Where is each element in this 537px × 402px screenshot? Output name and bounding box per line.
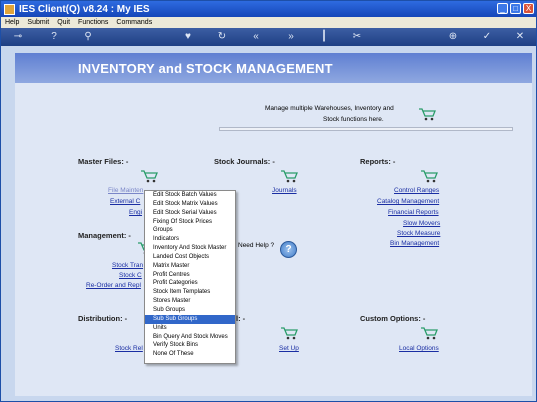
dropdown-item[interactable]: Matrix Master (145, 262, 235, 271)
distribution-heading: Distribution: - (78, 314, 128, 323)
dropdown-item[interactable]: Landed Cost Objects (145, 253, 235, 262)
cart-icon (141, 170, 158, 183)
heart-icon[interactable]: ♥ (181, 30, 195, 44)
help-button[interactable]: ? (280, 241, 297, 258)
dropdown-item[interactable]: Verify Stock Bins (145, 341, 235, 350)
dropdown-item[interactable]: Stores Master (145, 297, 235, 306)
journals-link[interactable]: Journals (272, 187, 297, 194)
add-icon[interactable]: ⊕ (446, 30, 460, 44)
key-icon[interactable]: ⊸ (11, 30, 25, 44)
dropdown-item[interactable]: Profit Centres (145, 271, 235, 280)
dropdown-item[interactable]: Edit Stock Matrix Values (145, 200, 235, 209)
dropdown-item[interactable]: Sub Sub Groups (145, 314, 235, 324)
divider (219, 127, 513, 131)
toolbar: ⊸ ? ⚲ ♥ ↻ « » ┃ ✂ ⊕ ✓ ✕ (1, 28, 536, 46)
custom-options-heading: Custom Options: - (360, 314, 426, 323)
page-title: INVENTORY and STOCK MANAGEMENT (78, 61, 333, 76)
file-maintenance-dropdown: Edit Stock Batch Values Edit Stock Matrix… (144, 190, 236, 364)
control-ranges-link[interactable]: Control Ranges (394, 187, 439, 194)
management-heading: Management: - (78, 231, 131, 240)
refresh-icon[interactable]: ↻ (215, 30, 229, 44)
dropdown-item[interactable]: Edit Stock Batch Values (145, 191, 235, 200)
slow-movers-link[interactable]: Slow Movers (403, 220, 440, 227)
dropdown-item[interactable]: Stock Item Templates (145, 288, 235, 297)
dropdown-item[interactable]: Profit Categories (145, 279, 235, 288)
menu-submit[interactable]: Submit (23, 19, 53, 26)
help-icon[interactable]: ? (47, 30, 61, 44)
bin-management-link[interactable]: Bin Management (390, 240, 439, 247)
stock-c-link[interactable]: Stock C (119, 272, 142, 279)
local-options-link[interactable]: Local Options (399, 345, 439, 352)
dropdown-item[interactable]: Bin Query And Stock Moves (145, 333, 235, 342)
cart-icon (421, 327, 438, 340)
title-bar[interactable]: IES Client(Q) v8.24 : My IES _ □ X (1, 1, 536, 17)
stock-rel-link[interactable]: Stock Rel (115, 345, 143, 352)
cut-icon[interactable]: ✂ (350, 30, 364, 44)
distribution-right-heading: l: - (236, 314, 246, 323)
check-icon[interactable]: ✓ (480, 30, 494, 44)
reorder-link[interactable]: Re-Order and Repl (86, 282, 141, 289)
cart-icon (421, 170, 438, 183)
main-content: INVENTORY and STOCK MANAGEMENT Manage mu… (15, 53, 532, 396)
dropdown-item[interactable]: None Of These (145, 350, 235, 359)
maximize-button[interactable]: □ (510, 3, 521, 14)
menu-functions[interactable]: Functions (74, 19, 112, 26)
dropdown-item[interactable]: Inventory And Stock Master (145, 244, 235, 253)
pipe-icon[interactable]: ┃ (317, 30, 331, 44)
stock-tran-link[interactable]: Stock Tran (112, 262, 143, 269)
file-maintenance-link[interactable]: File Mainten (108, 187, 143, 194)
cart-icon (281, 170, 298, 183)
menu-help[interactable]: Help (1, 19, 23, 26)
app-window: IES Client(Q) v8.24 : My IES _ □ X Help … (0, 0, 537, 402)
dropdown-item[interactable]: Fixing Of Stock Prices (145, 218, 235, 227)
close-button[interactable]: X (523, 3, 534, 14)
dropdown-item[interactable]: Groups (145, 226, 235, 235)
reports-heading: Reports: - (360, 157, 396, 166)
forward-icon[interactable]: » (284, 30, 298, 44)
exit-icon[interactable]: ✕ (513, 30, 527, 44)
window-title: IES Client(Q) v8.24 : My IES (19, 3, 150, 15)
menu-commands[interactable]: Commands (112, 19, 156, 26)
engine-link[interactable]: Engi (129, 209, 142, 216)
search-icon[interactable]: ⚲ (81, 30, 95, 44)
master-files-heading: Master Files: - (78, 157, 129, 166)
set-up-link[interactable]: Set Up (279, 345, 299, 352)
dropdown-item[interactable]: Edit Stock Serial Values (145, 209, 235, 218)
dropdown-item[interactable]: Units (145, 324, 235, 333)
cart-icon (281, 327, 298, 340)
app-icon (4, 3, 15, 15)
rewind-icon[interactable]: « (249, 30, 263, 44)
financial-reports-link[interactable]: Financial Reports (388, 209, 439, 216)
stock-measure-link[interactable]: Stock Measure (397, 230, 440, 237)
minimize-button[interactable]: _ (497, 3, 508, 14)
intro-text-2: Stock functions here. (323, 116, 384, 123)
dropdown-item[interactable]: Sub Groups (145, 306, 235, 315)
catalog-management-link[interactable]: Catalog Management (377, 198, 439, 205)
intro-text-1: Manage multiple Warehouses, Inventory an… (265, 105, 394, 112)
need-help-label: Need Help ? (238, 242, 275, 249)
stock-journals-heading: Stock Journals: - (214, 157, 275, 166)
menu-quit[interactable]: Quit (53, 19, 74, 26)
dropdown-item[interactable]: Indicators (145, 235, 235, 244)
external-link[interactable]: External C (110, 198, 140, 205)
menu-bar: Help Submit Quit Functions Commands (1, 17, 536, 28)
page-header: INVENTORY and STOCK MANAGEMENT (15, 53, 532, 83)
cart-icon (419, 108, 436, 121)
